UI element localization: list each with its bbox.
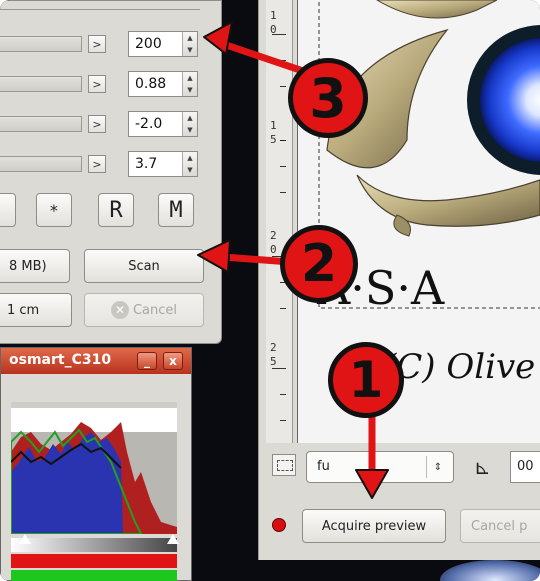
step-1-badge: 1 [328, 342, 404, 418]
annotation-arrows [197, 21, 389, 499]
screenshot-frame: 1 0 1 5 2 0 2 5 A·S·A (C) Olive fu ⇕ ⊾ 0… [0, 0, 540, 581]
step-2-badge: 2 [280, 225, 358, 303]
step-3-badge: 3 [288, 58, 368, 138]
